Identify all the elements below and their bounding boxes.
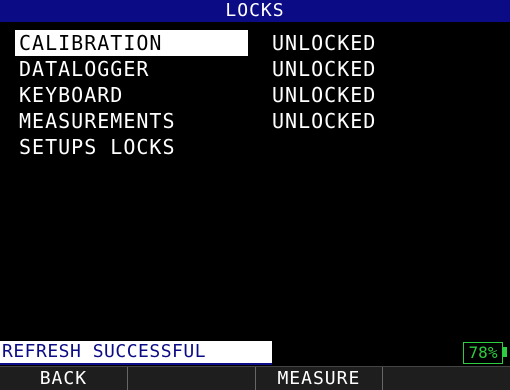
- menu-item-measurements[interactable]: MEASUREMENTS UNLOCKED: [19, 108, 499, 134]
- menu-item-setups-locks[interactable]: SETUPS LOCKS: [19, 134, 499, 160]
- menu-item-value: UNLOCKED: [272, 57, 377, 81]
- measure-button[interactable]: MEASURE: [256, 367, 384, 390]
- menu-item-label: CALIBRATION: [15, 30, 248, 56]
- menu-item-datalogger[interactable]: DATALOGGER UNLOCKED: [19, 56, 499, 82]
- menu-item-label: KEYBOARD: [19, 83, 124, 107]
- softkey-4[interactable]: [383, 367, 510, 390]
- battery-icon: [503, 347, 507, 357]
- status-message: REFRESH SUCCESSFUL: [0, 341, 272, 365]
- locks-menu: CALIBRATION UNLOCKED DATALOGGER UNLOCKED…: [15, 30, 499, 160]
- menu-item-label: DATALOGGER: [19, 57, 150, 81]
- back-button[interactable]: BACK: [0, 367, 128, 390]
- softkey-bar: BACK MEASURE: [0, 366, 510, 390]
- battery-indicator: 78%: [463, 342, 503, 364]
- menu-item-label: SETUPS LOCKS: [19, 135, 176, 159]
- status-bar: REFRESH SUCCESSFUL 78%: [0, 341, 510, 365]
- locks-screen: LOCKS CALIBRATION UNLOCKED DATALOGGER UN…: [0, 0, 510, 390]
- menu-item-calibration[interactable]: CALIBRATION UNLOCKED: [15, 30, 499, 56]
- page-title: LOCKS: [0, 0, 510, 22]
- menu-item-value: UNLOCKED: [272, 109, 377, 133]
- menu-item-value: UNLOCKED: [272, 83, 377, 107]
- menu-item-keyboard[interactable]: KEYBOARD UNLOCKED: [19, 82, 499, 108]
- menu-item-value: UNLOCKED: [272, 31, 377, 55]
- menu-item-label: MEASUREMENTS: [19, 109, 176, 133]
- softkey-2[interactable]: [128, 367, 256, 390]
